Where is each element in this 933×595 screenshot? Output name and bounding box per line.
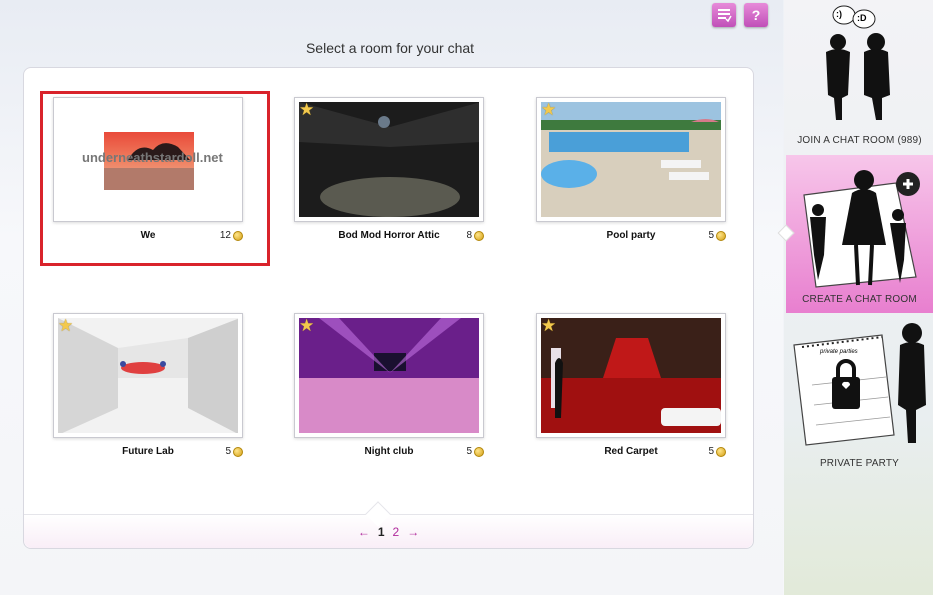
attic-image [299, 102, 479, 217]
coin-icon [716, 446, 726, 457]
room-count-value: 5 [466, 446, 472, 457]
room-name: Red Carpet [604, 446, 658, 457]
list-check-icon[interactable] [712, 3, 736, 27]
room-count-value: 5 [708, 446, 714, 457]
room-card-bod-mod-horror-attic[interactable]: ★ Bod Mod Horror Attic 8 [294, 97, 484, 244]
room-card-night-club[interactable]: ★ Night club 5 [294, 313, 484, 460]
private-party-label: PRIVATE PARTY [819, 458, 900, 469]
main-area: ? Select a room for your chat underneath… [0, 0, 783, 595]
private-party-button[interactable]: private parties PRIVATE PARTY [786, 315, 933, 475]
room-count: 5 [225, 446, 243, 457]
private-party-illustration [793, 323, 926, 446]
star-icon: ★ [58, 316, 74, 335]
pager-notch [365, 501, 391, 527]
selected-room-highlight [40, 91, 270, 266]
pagination: ← 1 2 → [24, 501, 753, 548]
coin-icon [474, 446, 484, 457]
room-name: Pool party [606, 230, 656, 241]
calendar-title: private parties [820, 349, 858, 355]
speech-bubble-1: :) [836, 9, 842, 19]
star-icon: ★ [299, 100, 315, 119]
create-chat-illustration [803, 170, 920, 288]
room-count: 5 [708, 446, 726, 457]
join-chat-room-button[interactable]: :) :D JOIN A CHAT ROOM (989) [786, 0, 933, 153]
room-thumbnail[interactable]: ★ [536, 97, 726, 222]
room-count: 8 [466, 230, 484, 241]
create-chat-room-button[interactable]: CREATE A CHAT ROOM [777, 155, 933, 313]
room-thumbnail[interactable]: ★ [294, 313, 484, 438]
top-toolbar: ? [712, 3, 768, 27]
lab-image [58, 318, 238, 433]
room-name: Night club [364, 446, 414, 457]
room-thumbnail[interactable]: ★ [53, 313, 243, 438]
join-chat-room-label: JOIN A CHAT ROOM (989) [797, 135, 922, 146]
room-thumbnail[interactable]: ★ [294, 97, 484, 222]
room-count: 5 [708, 230, 726, 241]
coin-icon [474, 230, 484, 241]
room-count-value: 5 [225, 446, 231, 457]
next-page-arrow-icon[interactable]: → [407, 525, 419, 539]
coin-icon [233, 446, 243, 457]
help-icon[interactable]: ? [744, 3, 768, 27]
sidebar: :) :D JOIN A CHAT ROOM (989) CREATE A CH… [777, 0, 933, 595]
room-thumbnail[interactable]: ★ [536, 313, 726, 438]
current-page: 1 [377, 524, 385, 539]
coin-icon [716, 230, 726, 241]
nightclub-image [299, 318, 479, 433]
prev-page-arrow-icon[interactable]: ← [358, 525, 370, 539]
speech-bubble-2: :D [857, 13, 867, 23]
star-icon: ★ [541, 100, 557, 119]
room-name: Bod Mod Horror Attic [338, 230, 440, 241]
page-title: Select a room for your chat [305, 40, 475, 56]
page-2-link[interactable]: 2 [393, 525, 400, 539]
star-icon: ★ [299, 316, 315, 335]
red-carpet-image [541, 318, 721, 433]
room-card-pool-party[interactable]: ★ Pool party 5 [536, 97, 726, 244]
room-card-red-carpet[interactable]: ★ Red Carpet 5 [536, 313, 726, 460]
room-name: Future Lab [122, 446, 174, 457]
create-chat-room-label: CREATE A CHAT ROOM [802, 294, 917, 305]
room-count-value: 5 [708, 230, 714, 241]
room-card-future-lab[interactable]: ★ Future Lab 5 [53, 313, 243, 460]
pool-image [541, 102, 721, 217]
star-icon: ★ [541, 316, 557, 335]
room-count: 5 [466, 446, 484, 457]
help-glyph: ? [751, 7, 761, 23]
room-count-value: 8 [466, 230, 472, 241]
